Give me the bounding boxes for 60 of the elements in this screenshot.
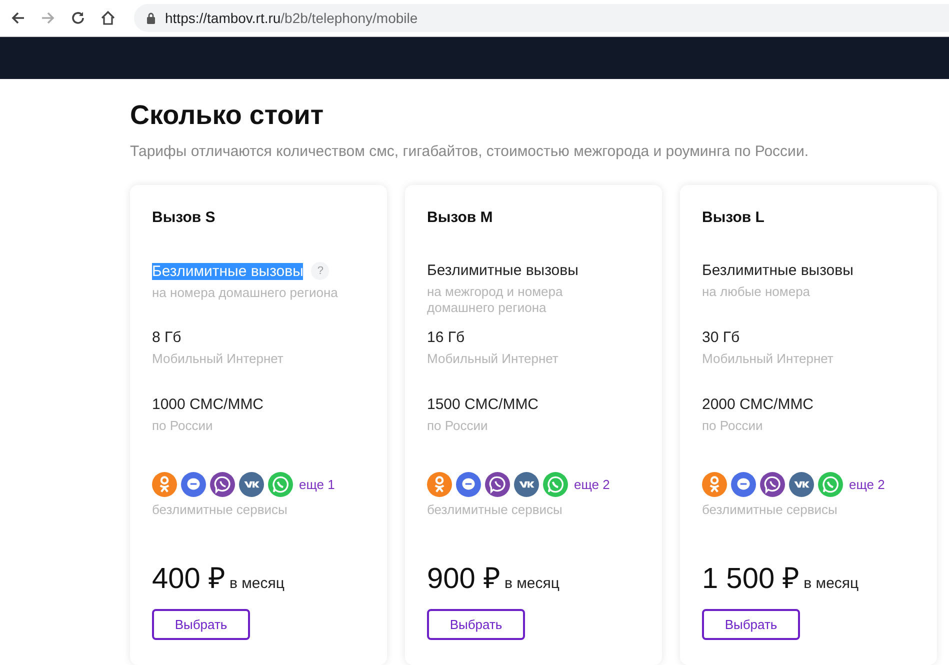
more-services-link[interactable]: еще 2: [849, 477, 885, 492]
choose-button[interactable]: Выбрать: [152, 609, 250, 640]
plan-name: Вызов M: [427, 209, 494, 228]
letters-icon[interactable]: [789, 472, 814, 497]
feature-label: 8 Гб: [152, 329, 182, 346]
price-period: в месяц: [804, 575, 859, 592]
choose-button[interactable]: Выбрать: [427, 609, 525, 640]
figure-icon[interactable]: [427, 472, 452, 497]
feature-note: по России: [702, 418, 764, 434]
feature-label: 2000 СМС/ММС: [702, 396, 815, 413]
section-subtitle: Тарифы отличаются количеством смс, гигабайтов, стоимостью межгорода и роуминга по России.: [130, 143, 810, 160]
back-icon[interactable]: [10, 10, 26, 26]
figure-icon[interactable]: [152, 472, 177, 497]
price: 900 ₽: [427, 562, 500, 596]
price-period: в месяц: [504, 575, 560, 592]
feature-label: Безлимитные вызовы: [152, 262, 304, 280]
feature-label: 30 Гб: [702, 329, 741, 346]
feature-note: Мобильный Интернет: [427, 351, 560, 367]
feature-note: по России: [427, 418, 489, 434]
feature-note: безлимитные сервисы: [702, 502, 838, 518]
feature-note: по России: [152, 418, 214, 434]
feature-note: на любые номера: [702, 284, 812, 300]
more-services-link[interactable]: еще 2: [574, 477, 610, 492]
feature-note: Мобильный Интернет: [702, 351, 834, 367]
reload-icon[interactable]: [70, 10, 86, 26]
price: 400 ₽: [152, 562, 226, 596]
feature-note: безлимитные сервисы: [152, 502, 288, 518]
feature-label: Безлимитные вызовы: [702, 262, 854, 279]
feature-note: на номера домашнего региона: [152, 285, 339, 301]
feature-label: 1500 СМС/ММС: [427, 396, 540, 413]
plan-name: Вызов L: [702, 209, 766, 228]
price-period: в месяц: [229, 575, 284, 592]
feature-label: 16 Гб: [427, 329, 466, 346]
feature-note: Мобильный Интернет: [152, 351, 284, 367]
section-title: Сколько стоит: [130, 100, 325, 131]
handset-icon[interactable]: [543, 472, 568, 497]
chat-icon[interactable]: [456, 472, 481, 497]
handset-icon[interactable]: [818, 472, 843, 497]
phone-icon[interactable]: [485, 472, 510, 497]
chat-icon[interactable]: [731, 472, 756, 497]
home-icon[interactable]: [100, 10, 116, 26]
lock-icon: [146, 12, 156, 24]
choose-button[interactable]: Выбрать: [702, 609, 800, 640]
plan-name: Вызов S: [152, 209, 216, 228]
feature-label: 1000 СМС/ММС: [152, 396, 265, 413]
feature-label: Безлимитные вызовы: [427, 262, 578, 279]
url-text: https://tambov.rt.ru/b2b/telephony/mobile: [165, 10, 418, 26]
letters-icon[interactable]: [239, 472, 264, 497]
more-services-link[interactable]: еще 1: [299, 477, 335, 492]
figure-icon[interactable]: [702, 472, 727, 497]
forward-icon[interactable]: [40, 10, 56, 26]
handset-icon[interactable]: [268, 472, 293, 497]
price: 1 500 ₽: [702, 562, 800, 596]
letters-icon[interactable]: [514, 472, 539, 497]
phone-icon[interactable]: [210, 472, 235, 497]
feature-note: безлимитные сервисы: [427, 502, 564, 518]
phone-icon[interactable]: [760, 472, 785, 497]
address-bar[interactable]: https://tambov.rt.ru/b2b/telephony/mobile: [134, 4, 949, 32]
feature-note: на межгород и номера домашнего региона: [427, 284, 564, 316]
chat-icon[interactable]: [181, 472, 206, 497]
